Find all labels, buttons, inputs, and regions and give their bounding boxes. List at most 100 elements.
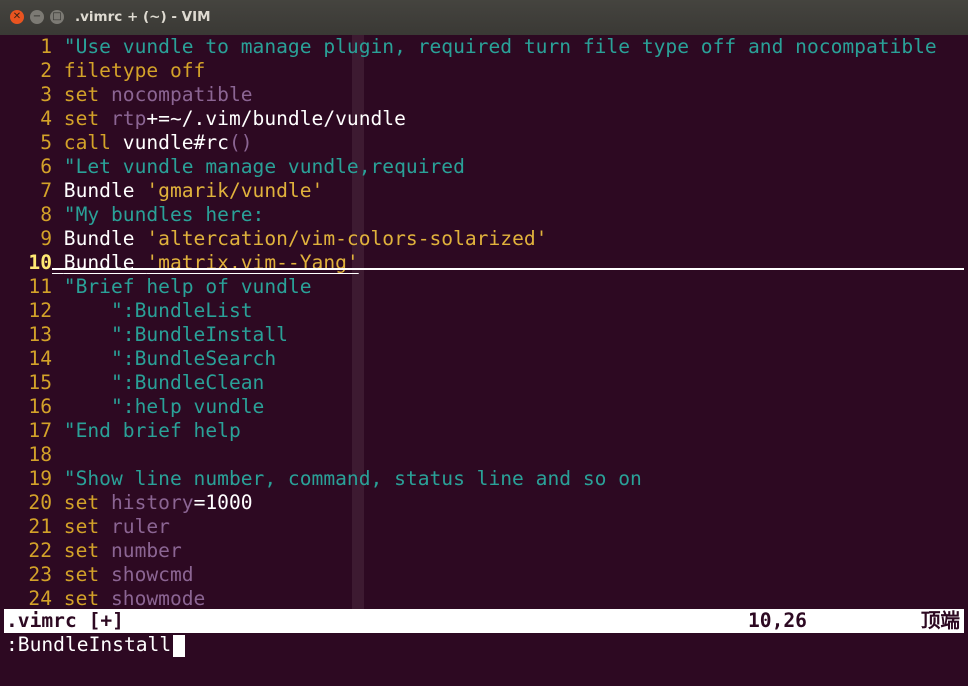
gutter-space — [52, 227, 64, 250]
code-token: "Use vundle to manage plugin, required t… — [63, 35, 937, 58]
gutter-space — [52, 587, 64, 610]
code-token: set — [63, 107, 100, 130]
line-number: 18 — [28, 443, 52, 466]
line-number: 13 — [28, 323, 52, 346]
status-scroll-position: 顶端 — [920, 609, 960, 632]
line-number: 24 — [28, 587, 52, 610]
command-line[interactable]: :BundleInstall — [6, 633, 186, 657]
gutter-space — [52, 299, 64, 322]
code-token: ":BundleList — [63, 299, 253, 322]
code-token: "Show line number, command, status line … — [63, 467, 642, 490]
close-icon[interactable]: ✕ — [10, 10, 24, 24]
buffer-line[interactable]: 16 ":help vundle — [6, 395, 964, 419]
maximize-icon[interactable]: □ — [50, 10, 64, 24]
code-token: ":BundleInstall — [63, 323, 288, 346]
code-token: Bundle — [63, 179, 147, 202]
code-token: off — [169, 59, 206, 82]
line-number: 3 — [40, 83, 52, 106]
buffer-line[interactable]: 21 set ruler — [6, 515, 964, 539]
window-title: .vimrc + (~) - VIM — [75, 9, 211, 25]
buffer-line[interactable]: 8 "My bundles here: — [6, 203, 964, 227]
buffer-line[interactable]: 23 set showcmd — [6, 563, 964, 587]
buffer-line[interactable]: 15 ":BundleClean — [6, 371, 964, 395]
code-token: "My bundles here: — [63, 203, 265, 226]
code-token: +=~/.vim/bundle/vundle — [146, 107, 406, 130]
line-number: 8 — [40, 203, 52, 226]
line-number: 5 — [40, 131, 52, 154]
gutter-space — [52, 371, 64, 394]
buffer-line[interactable]: 24 set showmode — [6, 587, 964, 611]
code-token: set — [63, 563, 100, 586]
gutter-space — [52, 563, 64, 586]
code-token: set — [63, 83, 100, 106]
line-number: 12 — [28, 299, 52, 322]
gutter-space — [52, 251, 64, 274]
gutter-space — [52, 419, 64, 442]
line-number: 6 — [40, 155, 52, 178]
buffer-line[interactable]: 14 ":BundleSearch — [6, 347, 964, 371]
buffer-line[interactable]: 7 Bundle 'gmarik/vundle' — [6, 179, 964, 203]
text-cursor — [173, 634, 186, 657]
buffer-line[interactable]: 6 "Let vundle manage vundle,required — [6, 155, 964, 179]
gutter-space — [52, 443, 64, 466]
line-number: 11 — [28, 275, 52, 298]
buffer-line[interactable]: 4 set rtp+=~/.vim/bundle/vundle — [6, 107, 964, 131]
editor-buffer[interactable]: 1 "Use vundle to manage plugin, required… — [6, 35, 964, 611]
buffer-line[interactable]: 19 "Show line number, command, status li… — [6, 467, 964, 491]
line-number: 22 — [28, 539, 52, 562]
title-bar: ✕ − □ .vimrc + (~) - VIM — [0, 0, 968, 35]
code-token: rtp — [110, 107, 147, 130]
code-token: "Brief help of vundle — [63, 275, 312, 298]
code-token: =1000 — [193, 491, 253, 514]
line-number: 9 — [40, 227, 52, 250]
gutter-space — [52, 35, 64, 58]
line-number: 4 — [40, 107, 52, 130]
gutter-space — [52, 467, 64, 490]
code-token: set — [63, 515, 100, 538]
buffer-line[interactable]: 11 "Brief help of vundle — [6, 275, 964, 299]
gutter-space — [52, 323, 64, 346]
line-number: 21 — [28, 515, 52, 538]
cursorline-underline — [52, 268, 964, 270]
gutter-space — [52, 131, 64, 154]
status-filename: .vimrc [+] — [6, 609, 124, 632]
buffer-line[interactable]: 2 filetype off — [6, 59, 964, 83]
code-token: call — [63, 131, 111, 154]
buffer-line[interactable]: 17 "End brief help — [6, 419, 964, 443]
code-token: 'altercation/vim-colors-solarized' — [146, 227, 548, 250]
gutter-space — [52, 203, 64, 226]
code-token: showcmd — [110, 563, 194, 586]
minimize-icon[interactable]: − — [30, 10, 44, 24]
status-cursor-position: 10,26 — [748, 609, 807, 632]
gutter-space — [52, 491, 64, 514]
vim-window: ✕ − □ .vimrc + (~) - VIM 1 "Use vundle t… — [0, 0, 968, 686]
code-token: set — [63, 491, 100, 514]
buffer-line[interactable]: 20 set history=1000 — [6, 491, 964, 515]
line-number: 7 — [40, 179, 52, 202]
code-token: Bundle — [63, 227, 147, 250]
buffer-line[interactable]: 13 ":BundleInstall — [6, 323, 964, 347]
code-token: 'matrix.vim--Yang' — [146, 251, 359, 274]
buffer-line[interactable]: 18 — [6, 443, 964, 467]
line-number: 15 — [28, 371, 52, 394]
buffer-line[interactable]: 1 "Use vundle to manage plugin, required… — [6, 35, 964, 59]
line-number: 14 — [28, 347, 52, 370]
line-number: 2 — [40, 59, 52, 82]
line-number: 23 — [28, 563, 52, 586]
buffer-line[interactable]: 9 Bundle 'altercation/vim-colors-solariz… — [6, 227, 964, 251]
line-number: 16 — [28, 395, 52, 418]
buffer-line[interactable]: 10 Bundle 'matrix.vim--Yang' — [6, 251, 964, 275]
buffer-line[interactable]: 22 set number — [6, 539, 964, 563]
code-token: history — [110, 491, 194, 514]
buffer-line[interactable]: 3 set nocompatible — [6, 83, 964, 107]
line-number: 19 — [28, 467, 52, 490]
line-number: 20 — [28, 491, 52, 514]
buffer-line[interactable]: 5 call vundle#rc() — [6, 131, 964, 155]
buffer-line[interactable]: 12 ":BundleList — [6, 299, 964, 323]
code-token: number — [110, 539, 182, 562]
